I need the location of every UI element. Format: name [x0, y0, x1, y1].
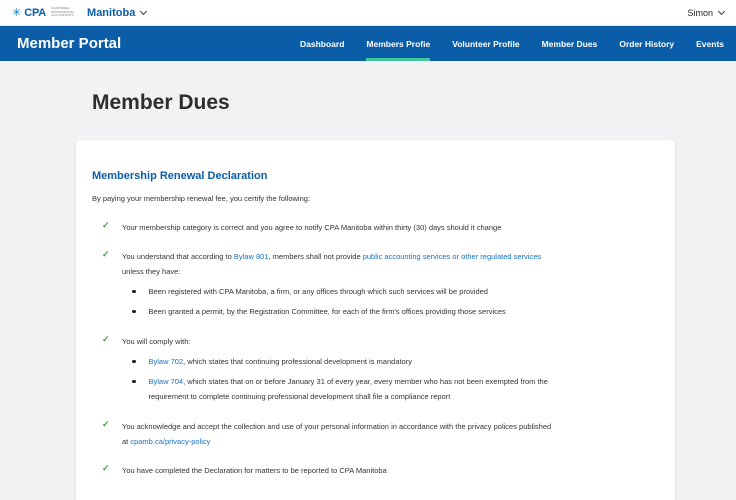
logo-subtext: CHARTERED PROFESSIONAL ACCOUNTANTS: [51, 6, 75, 18]
declaration-title: Membership Renewal Declaration: [92, 170, 268, 182]
check-icon: ✓: [102, 220, 110, 230]
bullet-icon: [132, 309, 136, 313]
cpa-logo[interactable]: ✳ CPA CHARTERED PROFESSIONAL ACCOUNTANTS: [12, 6, 81, 20]
declaration-card: Membership Renewal Declaration By paying…: [76, 140, 675, 500]
declaration-intro: By paying your membership renewal fee, y…: [92, 194, 311, 203]
province-selector[interactable]: Manitoba: [87, 6, 148, 19]
user-menu[interactable]: Simon: [687, 7, 726, 18]
declaration-item-text: Your membership category is correct and …: [122, 223, 502, 232]
top-bar: ✳ CPA CHARTERED PROFESSIONAL ACCOUNTANTS…: [0, 0, 736, 26]
declaration-item-text: You acknowledge and accept the collectio…: [122, 422, 552, 446]
bylaw-704-link[interactable]: Bylaw 704: [149, 377, 184, 386]
sub-list-item: Been granted a permit, by the Registrati…: [132, 304, 649, 319]
declaration-item: ✓ You acknowledge and accept the collect…: [102, 419, 662, 449]
main-navbar: Member Portal Dashboard Members Profie V…: [0, 26, 736, 61]
nav-menu: Dashboard Members Profie Volunteer Profi…: [300, 26, 736, 61]
check-icon: ✓: [102, 419, 110, 429]
bylaw-702-link[interactable]: Bylaw 702: [149, 357, 184, 366]
check-icon: ✓: [102, 334, 110, 344]
nav-members-profile[interactable]: Members Profie: [366, 26, 430, 61]
nav-member-dues[interactable]: Member Dues: [542, 26, 598, 61]
sub-list-item: Bylaw 704, which states that on or befor…: [132, 374, 649, 404]
bullet-icon: [132, 359, 136, 363]
page-title: Member Dues: [92, 91, 230, 114]
nav-volunteer-profile[interactable]: Volunteer Profile: [452, 26, 519, 61]
logo-text: CPA: [24, 6, 47, 19]
bullet-icon: [132, 289, 136, 293]
bullet-icon: [132, 379, 136, 383]
nav-order-history[interactable]: Order History: [619, 26, 674, 61]
nav-events[interactable]: Events: [696, 26, 724, 61]
declaration-item-text: You understand that according to Bylaw 8…: [122, 252, 542, 276]
declaration-item: ✓ You have completed the Declaration for…: [102, 463, 662, 478]
declaration-item-text: You have completed the Declaration for m…: [122, 466, 387, 475]
sub-list-item: Been registered with CPA Manitoba, a fir…: [132, 284, 649, 299]
declaration-item: ✓ You understand that according to Bylaw…: [102, 249, 662, 279]
declaration-item: ✓ You will comply with:: [102, 334, 662, 349]
declaration-item-text: You will comply with:: [122, 337, 191, 346]
declaration-item: ✓ Your membership category is correct an…: [102, 220, 662, 235]
cpa-maple-leaf-icon: ✳: [12, 7, 22, 19]
check-icon: ✓: [102, 463, 110, 473]
province-label: Manitoba: [87, 6, 136, 19]
chevron-down-icon: [140, 7, 148, 15]
portal-title[interactable]: Member Portal: [17, 35, 121, 52]
sub-list-item: Bylaw 702, which states that continuing …: [132, 354, 649, 369]
regulated-services-link[interactable]: public accounting services or other regu…: [363, 252, 541, 261]
check-icon: ✓: [102, 249, 110, 259]
nav-dashboard[interactable]: Dashboard: [300, 26, 344, 61]
bylaw-801-link[interactable]: Bylaw 801: [234, 252, 269, 261]
user-name: Simon: [687, 7, 713, 18]
chevron-down-icon: [717, 7, 726, 15]
privacy-policy-link[interactable]: cpamb.ca/privacy-policy: [130, 437, 210, 446]
